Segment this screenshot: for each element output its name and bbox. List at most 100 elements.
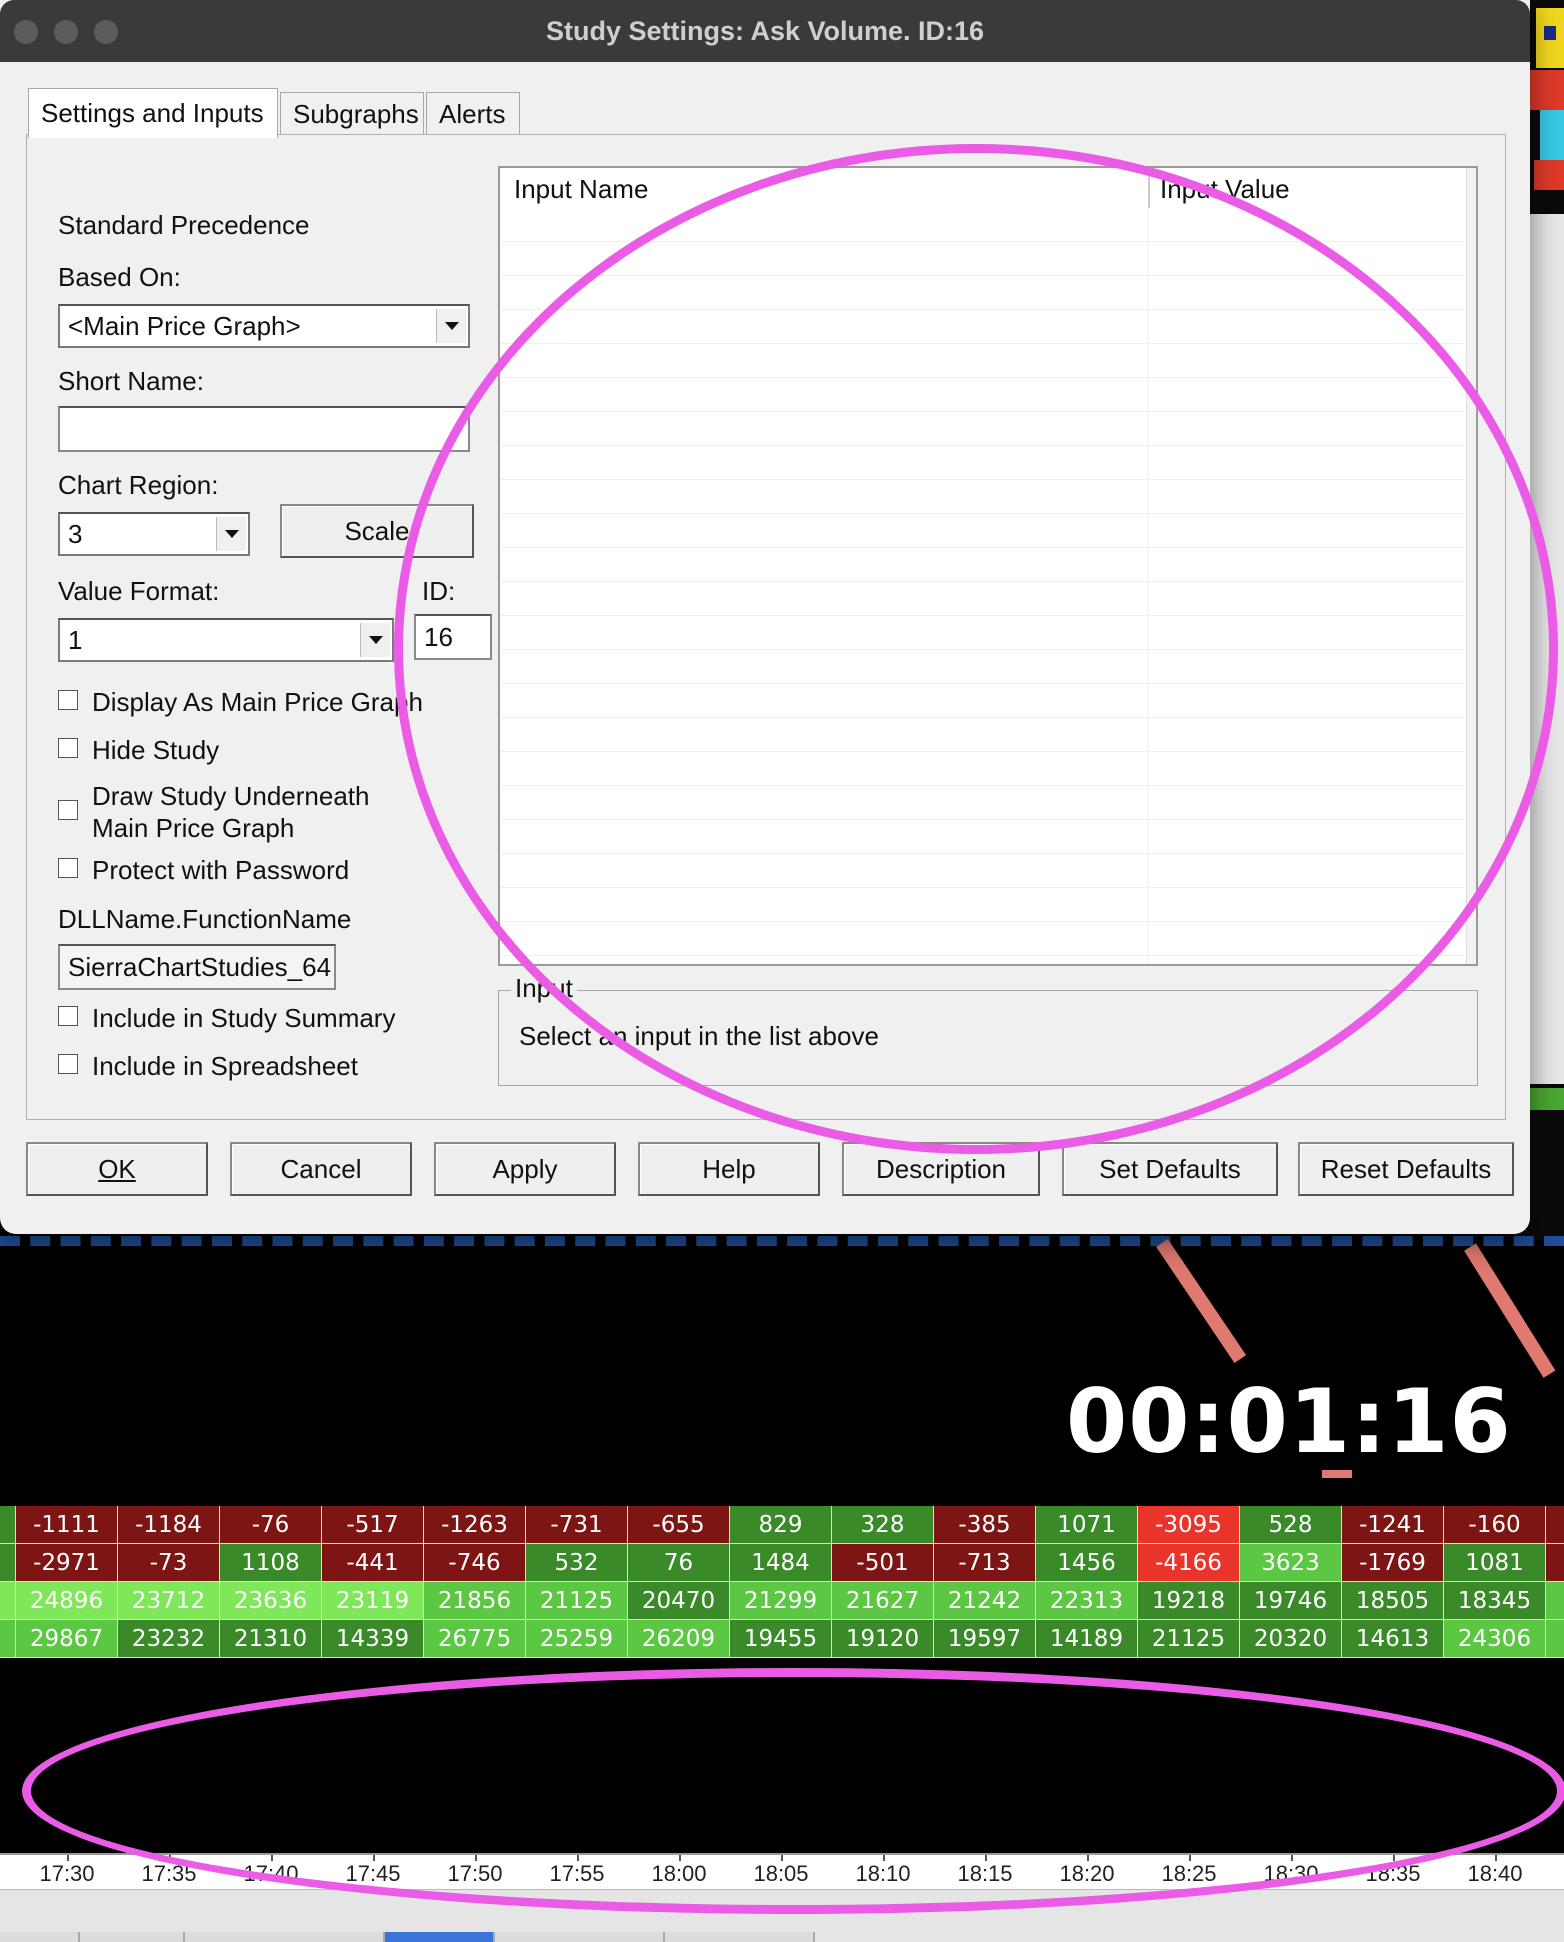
- based-on-select[interactable]: <Main Price Graph>: [58, 304, 470, 348]
- cancel-button[interactable]: Cancel: [230, 1142, 412, 1196]
- checkbox-box[interactable]: [58, 1054, 78, 1074]
- checkbox-box[interactable]: [58, 858, 78, 878]
- list-item[interactable]: [500, 276, 1464, 310]
- checkbox-box[interactable]: [58, 800, 78, 820]
- grid-cell: -655: [628, 1506, 730, 1544]
- list-item[interactable]: [500, 378, 1464, 412]
- list-item[interactable]: [500, 514, 1464, 548]
- list-item[interactable]: [500, 582, 1464, 616]
- reset-defaults-button[interactable]: Reset Defaults: [1298, 1142, 1514, 1196]
- grid-cell: 1081: [1444, 1544, 1546, 1582]
- help-button[interactable]: Help: [638, 1142, 820, 1196]
- tab-settings-and-inputs[interactable]: Settings and Inputs: [28, 88, 278, 138]
- grid-cell: 76: [628, 1544, 730, 1582]
- grid-cell: 829: [730, 1506, 832, 1544]
- ok-button[interactable]: OK: [26, 1142, 208, 1196]
- grid-cell: [0, 1620, 16, 1658]
- grid-cell: [0, 1582, 16, 1620]
- column-header-input-value[interactable]: Input Value: [1160, 174, 1290, 205]
- grid-cell: -731: [526, 1506, 628, 1544]
- protect-password-label: Protect with Password: [92, 855, 350, 885]
- value-format-select[interactable]: 1: [58, 618, 394, 662]
- list-item[interactable]: [500, 310, 1464, 344]
- list-scrollbar[interactable]: [1466, 168, 1476, 964]
- chevron-down-icon[interactable]: [436, 309, 466, 343]
- tab-alerts[interactable]: Alerts: [426, 92, 520, 136]
- inputs-list[interactable]: Input Name Input Value: [498, 166, 1478, 966]
- grid-cell: -713: [934, 1544, 1036, 1582]
- grid-cell: -2971: [16, 1544, 118, 1582]
- time-tick-label: 18:00: [651, 1861, 707, 1886]
- short-name-input[interactable]: [58, 406, 470, 452]
- list-item[interactable]: [500, 412, 1464, 446]
- apply-button[interactable]: Apply: [434, 1142, 616, 1196]
- include-summary-label: Include in Study Summary: [92, 1003, 396, 1033]
- list-item[interactable]: [500, 446, 1464, 480]
- set-defaults-button[interactable]: Set Defaults: [1062, 1142, 1278, 1196]
- checkbox-box[interactable]: [58, 1006, 78, 1026]
- grid-cell: 21299: [730, 1582, 832, 1620]
- id-input[interactable]: 16: [414, 614, 492, 660]
- dll-name-field[interactable]: SierraChartStudies_64: [58, 944, 336, 990]
- grid-cell: 20320: [1240, 1620, 1342, 1658]
- grid-cell: 1071: [1036, 1506, 1138, 1544]
- time-tick-label: 17:40: [243, 1861, 299, 1886]
- list-item[interactable]: [500, 752, 1464, 786]
- input-group-legend: Input: [511, 973, 577, 1004]
- time-tick-label: 18:35: [1365, 1861, 1421, 1886]
- scale-button[interactable]: Scale: [280, 504, 474, 558]
- grid-cell: -385: [934, 1506, 1036, 1544]
- checkbox-box[interactable]: [58, 690, 78, 710]
- column-header-input-name[interactable]: Input Name: [514, 174, 648, 205]
- checkbox-box[interactable]: [58, 738, 78, 758]
- grid-cell: -441: [322, 1544, 424, 1582]
- chart-region-select[interactable]: 3: [58, 512, 250, 556]
- description-button[interactable]: Description: [842, 1142, 1040, 1196]
- time-tick-label: 18:10: [855, 1861, 911, 1886]
- chevron-down-icon[interactable]: [216, 517, 246, 551]
- list-item[interactable]: [500, 242, 1464, 276]
- list-item[interactable]: [500, 344, 1464, 378]
- grid-cell: 18345: [1444, 1582, 1546, 1620]
- chevron-down-icon[interactable]: [360, 623, 390, 657]
- list-item[interactable]: [500, 480, 1464, 514]
- display-as-main-checkbox[interactable]: Display As Main Price Graph: [58, 686, 423, 718]
- grid-cell: -1111: [16, 1506, 118, 1544]
- list-item[interactable]: [500, 208, 1464, 242]
- time-tick-label: 17:45: [345, 1861, 401, 1886]
- grid-cell: [1546, 1506, 1564, 1544]
- title-bar[interactable]: Study Settings: Ask Volume. ID:16: [0, 0, 1530, 62]
- list-item[interactable]: [500, 684, 1464, 718]
- protect-password-checkbox[interactable]: Protect with Password: [58, 854, 349, 886]
- status-strip: [0, 1889, 1564, 1942]
- inputs-list-header: Input Name Input Value: [500, 168, 1476, 208]
- grid-cell: 528: [1240, 1506, 1342, 1544]
- list-item[interactable]: [500, 786, 1464, 820]
- time-tick-label: 18:40: [1467, 1861, 1523, 1886]
- list-item[interactable]: [500, 616, 1464, 650]
- grid-cell: 19746: [1240, 1582, 1342, 1620]
- list-item[interactable]: [500, 922, 1464, 956]
- grid-cell: 23712: [118, 1582, 220, 1620]
- grid-cell: [1546, 1582, 1564, 1620]
- chart-dashed-line: [0, 1236, 1564, 1246]
- grid-row: 24896 23712 23636 23119 21856 21125 20470 21299…: [0, 1582, 1564, 1620]
- dialog-title: Study Settings: Ask Volume. ID:16: [545, 16, 985, 46]
- time-tick-label: 18:25: [1161, 1861, 1217, 1886]
- include-spreadsheet-checkbox[interactable]: Include in Spreadsheet: [58, 1050, 358, 1082]
- include-summary-checkbox[interactable]: Include in Study Summary: [58, 1002, 395, 1034]
- draw-underneath-checkbox[interactable]: Draw Study Underneath Main Price Graph: [58, 780, 369, 844]
- value-format-value: 1: [68, 624, 83, 655]
- hide-study-checkbox[interactable]: Hide Study: [58, 734, 219, 766]
- list-item[interactable]: [500, 548, 1464, 582]
- list-item[interactable]: [500, 718, 1464, 752]
- tab-subgraphs[interactable]: Subgraphs: [280, 92, 424, 136]
- column-separator[interactable]: [1148, 168, 1150, 208]
- list-item[interactable]: [500, 820, 1464, 854]
- grid-cell: 23232: [118, 1620, 220, 1658]
- list-item[interactable]: [500, 854, 1464, 888]
- list-item[interactable]: [500, 888, 1464, 922]
- time-tick-label: 17:35: [141, 1861, 197, 1886]
- grid-row: 29867 23232 21310 14339 26775 25259 26209 19455…: [0, 1620, 1564, 1658]
- list-item[interactable]: [500, 650, 1464, 684]
